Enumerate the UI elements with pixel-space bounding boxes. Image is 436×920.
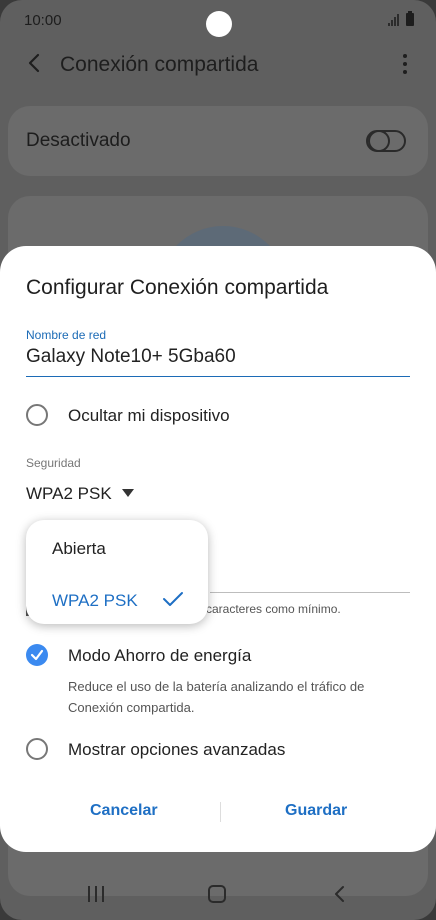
status-icons	[388, 11, 414, 26]
power-saving-checkbox[interactable]	[26, 644, 48, 666]
switch-knob	[368, 130, 390, 152]
phone-screen: 10:00 Conexión compartida Desactivado Co…	[0, 0, 436, 920]
hotspot-toggle-card[interactable]: Desactivado	[8, 106, 428, 176]
battery-icon	[406, 11, 414, 26]
back-arrow-icon[interactable]	[24, 52, 46, 74]
page-title: Conexión compartida	[60, 53, 259, 76]
hotspot-switch[interactable]	[366, 130, 406, 152]
checkmark-icon	[163, 592, 183, 606]
security-dropdown: Abierta WPA2 PSK	[26, 520, 208, 624]
more-vert-icon[interactable]	[402, 54, 408, 74]
advanced-options-checkbox[interactable]	[26, 738, 48, 760]
recent-apps-icon[interactable]	[88, 886, 104, 902]
home-icon[interactable]	[208, 885, 226, 903]
app-bar: Conexión compartida	[0, 40, 436, 92]
password-underline	[210, 592, 410, 593]
network-name-underline	[26, 376, 410, 377]
caret-down-icon[interactable]	[122, 489, 134, 497]
dialog-title: Configurar Conexión compartida	[26, 276, 329, 299]
dropdown-option-abierta[interactable]: Abierta	[52, 539, 106, 559]
status-bar: 10:00	[0, 0, 436, 40]
toggle-label: Desactivado	[26, 130, 131, 151]
password-hint: caracteres como mínimo.	[206, 602, 341, 616]
navigation-bar	[0, 866, 436, 920]
power-saving-label[interactable]: Modo Ahorro de energía	[68, 646, 251, 666]
signal-icon	[388, 14, 402, 26]
security-select[interactable]: WPA2 PSK	[26, 484, 112, 504]
check-icon	[30, 649, 44, 661]
status-time: 10:00	[24, 12, 62, 29]
button-divider	[220, 802, 221, 822]
cancel-button[interactable]: Cancelar	[90, 802, 158, 820]
security-label: Seguridad	[26, 456, 81, 470]
dropdown-option-wpa2[interactable]: WPA2 PSK	[52, 591, 138, 611]
camera-cutout	[206, 11, 232, 37]
save-button[interactable]: Guardar	[285, 802, 347, 820]
nav-back-icon[interactable]	[332, 884, 348, 904]
hide-device-label[interactable]: Ocultar mi dispositivo	[68, 406, 230, 426]
hide-device-checkbox[interactable]	[26, 404, 48, 426]
network-name-label: Nombre de red	[26, 328, 107, 342]
advanced-options-label[interactable]: Mostrar opciones avanzadas	[68, 740, 285, 760]
network-name-input[interactable]: Galaxy Note10+ 5Gba60	[26, 346, 236, 368]
power-saving-description: Reduce el uso de la batería analizando e…	[68, 679, 365, 715]
